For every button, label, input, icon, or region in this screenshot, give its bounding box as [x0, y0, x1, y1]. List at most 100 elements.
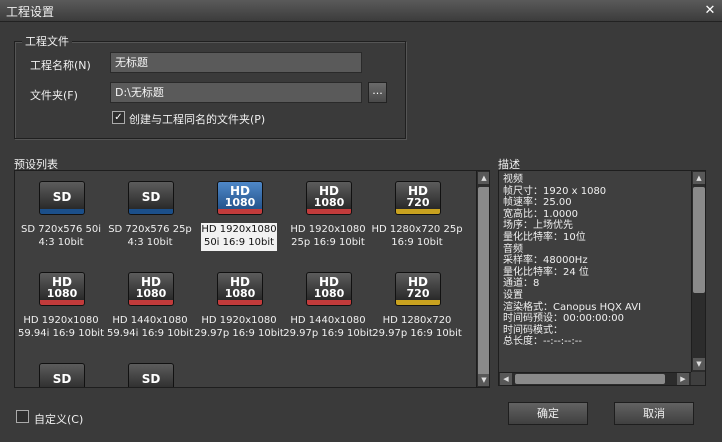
create-folder-checkbox[interactable]: ✓	[112, 111, 125, 124]
preset-caption-line: 16:9 10bit	[391, 237, 443, 248]
description-line: 时间码模式：	[503, 324, 563, 336]
preset-format-icon: SD	[39, 181, 85, 215]
preset-caption-line: HD 1440x1080	[112, 315, 188, 326]
preset-item[interactable]: SD	[106, 353, 194, 387]
preset-item[interactable]: SD SD 720x576 25p 4:3 10bit	[106, 171, 194, 255]
description-horizontal-scrollbar[interactable]: ◀ ▶	[499, 372, 691, 385]
description-vertical-scrollbar[interactable]: ▲ ▼	[691, 171, 705, 372]
scroll-up-button[interactable]: ▲	[478, 172, 489, 184]
project-name-label: 工程名称(N)	[30, 59, 91, 72]
preset-format-icon: HD 1080	[217, 181, 263, 215]
preset-item[interactable]: SD	[17, 353, 105, 387]
preset-caption-line: HD 1920x1080	[23, 315, 99, 326]
preset-caption-line: 25p 16:9 10bit	[291, 237, 365, 248]
preset-list: SD SD 720x576 50i 4:3 10bit SD SD 720x576 25…	[14, 170, 490, 388]
preset-badge-format: SD	[141, 190, 161, 204]
preset-format-icon: HD 1080	[217, 272, 263, 306]
preset-badge-resolution: 1080	[224, 287, 256, 300]
description-line: 帧速率：25.00	[503, 197, 572, 209]
folder-input[interactable]: D:\无标题	[110, 82, 362, 103]
preset-badge-stripe	[307, 209, 351, 214]
preset-caption: HD 1920x1080 50i 16:9 10bit	[189, 223, 289, 249]
preset-item[interactable]: HD 1080 HD 1440x1080 29.97p 16:9 10bit	[283, 262, 373, 346]
preset-badge-stripe	[307, 300, 351, 305]
preset-badge-resolution: 1080	[46, 287, 78, 300]
preset-badge-resolution: 720	[406, 287, 430, 300]
preset-item[interactable]: HD 720 HD 1280x720 29.97p 16:9 10bit	[372, 262, 462, 346]
preset-caption-line: SD 720x576 50i	[21, 224, 101, 235]
preset-format-icon: SD	[128, 363, 174, 387]
preset-badge-format: SD	[52, 372, 72, 386]
preset-scroll-thumb[interactable]	[478, 187, 489, 379]
description-line: 量化比特率：10位	[503, 231, 586, 243]
preset-caption-line: HD 1280x720 25p	[371, 224, 463, 235]
preset-badge-stripe	[396, 300, 440, 305]
preset-badge-stripe	[40, 300, 84, 305]
ok-button[interactable]: 确定	[508, 402, 588, 425]
custom-label: 自定义(C)	[34, 413, 84, 426]
description-line: 帧尺寸：1920 x 1080	[503, 185, 607, 197]
preset-caption-line: 59.94i 16:9 10bit	[18, 328, 104, 339]
custom-checkbox[interactable]	[16, 410, 29, 423]
create-folder-label: 创建与工程同名的文件夹(P)	[129, 113, 266, 126]
description-line: 总长度：--:--:--:--	[503, 336, 582, 348]
preset-format-icon: HD 720	[395, 272, 441, 306]
preset-format-icon: HD 1080	[128, 272, 174, 306]
preset-item[interactable]: HD 1080 HD 1920x1080 25p 16:9 10bit	[284, 171, 372, 255]
scroll-down-button[interactable]: ▼	[478, 374, 489, 386]
preset-badge-stripe	[129, 209, 173, 214]
desc-hscroll-thumb[interactable]	[515, 374, 665, 384]
preset-caption: SD 720x576 25p 4:3 10bit	[100, 223, 200, 249]
preset-item[interactable]: HD 1080 HD 1920x1080 59.94i 16:9 10bit	[17, 262, 105, 346]
preset-caption-line: 29.97p 16:9 10bit	[372, 328, 462, 339]
preset-caption-line: SD 720x576 25p	[108, 224, 192, 235]
desc-scroll-thumb[interactable]	[693, 187, 705, 293]
project-name-input[interactable]: 无标题	[110, 52, 362, 73]
preset-caption-line: HD 1280x720	[382, 315, 452, 326]
preset-format-icon: HD 1080	[306, 272, 352, 306]
description-line: 量化比特率：24 位	[503, 266, 589, 278]
browse-button[interactable]: ...	[368, 82, 387, 103]
description-line: 渲染格式：Canopus HQX AVI	[503, 301, 642, 313]
preset-caption: HD 1280x720 25p 16:9 10bit	[367, 223, 467, 249]
preset-caption: HD 1920x1080 29.97p 16:9 10bit	[189, 314, 289, 340]
description-panel: 视频 帧尺寸：1920 x 1080 帧速率：25.00 宽高比：1.0000 …	[498, 170, 706, 386]
desc-scroll-left-button[interactable]: ◀	[500, 373, 512, 385]
preset-format-icon: HD 1080	[306, 181, 352, 215]
preset-badge-resolution: 720	[406, 196, 430, 209]
preset-caption: HD 1920x1080 25p 16:9 10bit	[278, 223, 378, 249]
preset-item[interactable]: HD 1080 HD 1920x1080 29.97p 16:9 10bit	[194, 262, 284, 346]
preset-item[interactable]: HD 720 HD 1280x720 25p 16:9 10bit	[371, 171, 463, 255]
description-line: 设置	[503, 289, 523, 301]
preset-badge-resolution: 1080	[224, 196, 256, 209]
preset-caption-line: 29.97p 16:9 10bit	[283, 328, 373, 339]
close-button[interactable]: ✕	[702, 3, 718, 19]
description-text: 视频 帧尺寸：1920 x 1080 帧速率：25.00 宽高比：1.0000 …	[503, 174, 689, 348]
preset-badge-stripe	[129, 300, 173, 305]
preset-caption-line: HD 1440x1080	[290, 315, 366, 326]
preset-item[interactable]: SD SD 720x576 50i 4:3 10bit	[17, 171, 105, 255]
preset-badge-stripe	[40, 209, 84, 214]
preset-badge-resolution: 1080	[313, 196, 345, 209]
preset-caption: HD 1280x720 29.97p 16:9 10bit	[367, 314, 467, 340]
preset-item[interactable]: HD 1080 HD 1440x1080 59.94i 16:9 10bit	[106, 262, 194, 346]
description-line: 通道：8	[503, 278, 540, 290]
desc-scroll-right-button[interactable]: ▶	[677, 373, 689, 385]
preset-badge-stripe	[218, 209, 262, 214]
preset-caption-line: 59.94i 16:9 10bit	[107, 328, 193, 339]
preset-caption: SD 720x576 50i 4:3 10bit	[15, 223, 111, 249]
cancel-button[interactable]: 取消	[614, 402, 694, 425]
preset-badge-resolution: 1080	[313, 287, 345, 300]
description-line: 时间码预设：00:00:00:00	[503, 313, 625, 325]
preset-caption-line: HD 1920x1080	[290, 224, 366, 235]
desc-scroll-down-button[interactable]: ▼	[693, 358, 705, 370]
description-line: 宽高比：1.0000	[503, 208, 578, 220]
preset-badge-format: SD	[141, 372, 161, 386]
desc-scroll-up-button[interactable]: ▲	[693, 172, 705, 184]
preset-vertical-scrollbar[interactable]: ▲ ▼	[476, 171, 489, 387]
preset-caption-line: 4:3 10bit	[38, 237, 84, 248]
preset-format-icon: HD 720	[395, 181, 441, 215]
preset-badge-resolution: 1080	[135, 287, 167, 300]
preset-caption: HD 1440x1080 29.97p 16:9 10bit	[278, 314, 378, 340]
preset-item[interactable]: HD 1080 HD 1920x1080 50i 16:9 10bit	[195, 171, 283, 255]
